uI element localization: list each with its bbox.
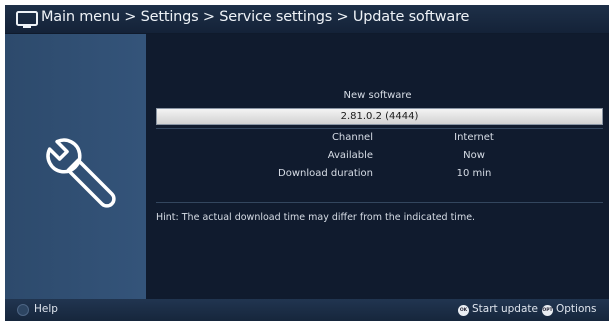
detail-label: Download duration bbox=[278, 168, 373, 179]
update-panel: New software 2.81.0.2 (4444) Channel Int… bbox=[146, 34, 609, 299]
hint-text: Hint: The actual download time may diffe… bbox=[156, 212, 476, 223]
side-panel bbox=[5, 34, 146, 299]
start-update-button[interactable]: Start update bbox=[472, 303, 538, 315]
ok-key-icon[interactable]: OK bbox=[458, 305, 469, 316]
panel-title: New software bbox=[343, 90, 412, 101]
detail-value: Now bbox=[463, 150, 485, 161]
detail-row-available: Available Now bbox=[146, 150, 609, 164]
detail-value: Internet bbox=[454, 132, 494, 143]
detail-row-channel: Channel Internet bbox=[146, 132, 609, 146]
header-bar: Main menu > Settings > Service settings … bbox=[5, 5, 609, 33]
divider bbox=[156, 128, 603, 129]
version-selector[interactable]: 2.81.0.2 (4444) bbox=[156, 108, 603, 125]
divider bbox=[156, 202, 603, 203]
options-button[interactable]: Options bbox=[556, 303, 597, 315]
footer-bar: Help OK Start update OPT Options bbox=[5, 299, 609, 321]
detail-row-download-duration: Download duration 10 min bbox=[146, 168, 609, 182]
detail-label: Channel bbox=[331, 132, 373, 143]
tv-icon bbox=[16, 11, 38, 28]
help-button-icon[interactable] bbox=[17, 304, 29, 316]
opt-key-icon[interactable]: OPT bbox=[542, 305, 553, 316]
help-label[interactable]: Help bbox=[34, 303, 58, 315]
detail-value: 10 min bbox=[456, 168, 492, 179]
screen-frame: Main menu > Settings > Service settings … bbox=[5, 5, 609, 321]
breadcrumb: Main menu > Settings > Service settings … bbox=[41, 9, 470, 25]
wrench-icon bbox=[46, 138, 116, 208]
detail-label: Available bbox=[327, 150, 373, 161]
